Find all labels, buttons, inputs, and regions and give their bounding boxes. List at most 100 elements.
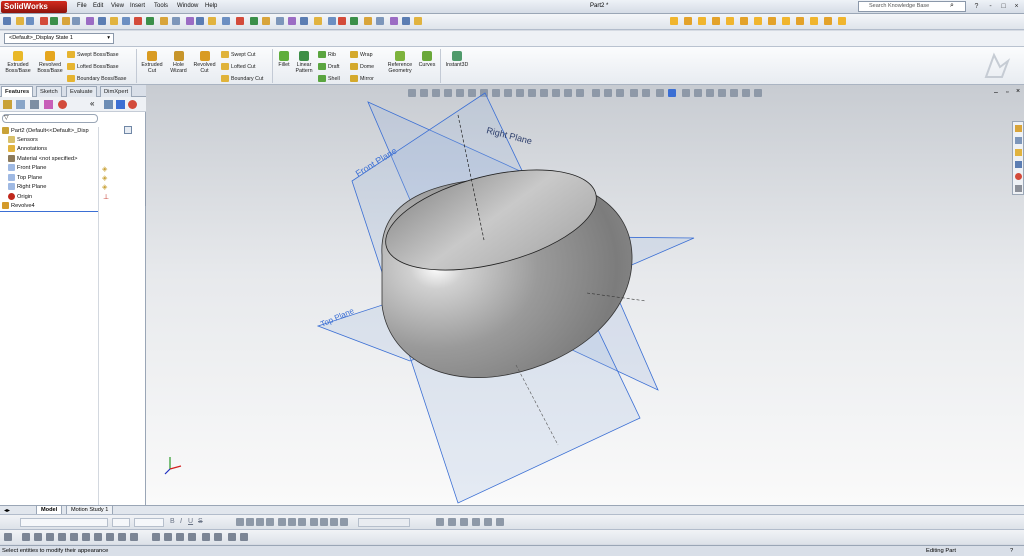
show-plane-icon[interactable]: ◈ <box>102 183 107 191</box>
menu-view[interactable]: View <box>111 3 124 9</box>
format-tool-icon[interactable] <box>256 518 264 526</box>
display-pane-divider[interactable] <box>98 127 99 507</box>
format-tool-icon[interactable] <box>236 518 244 526</box>
sketch-tool-icon[interactable] <box>22 533 30 541</box>
design-library-icon[interactable] <box>1015 137 1022 144</box>
property-manager-icon[interactable] <box>16 100 25 109</box>
toolbar-tool-icon[interactable] <box>222 17 230 25</box>
lofted-boss-button[interactable]: Lofted Boss/Base <box>67 63 119 71</box>
rollback-bar[interactable] <box>0 211 98 212</box>
toolbar-tool-icon[interactable] <box>50 17 58 25</box>
tab-evaluate[interactable]: Evaluate <box>66 86 97 97</box>
toolbar-tool-icon[interactable] <box>350 17 358 25</box>
sketch-tool-icon[interactable] <box>106 533 114 541</box>
toolbar-tool-icon[interactable] <box>146 17 154 25</box>
italic-icon[interactable]: I <box>180 518 182 525</box>
format-tool-icon[interactable] <box>496 518 504 526</box>
curves-button[interactable]: Curves <box>416 51 438 68</box>
macro-tool-icon[interactable] <box>698 17 706 25</box>
format-tool-icon[interactable] <box>340 518 348 526</box>
sketch-tool-icon[interactable] <box>130 533 138 541</box>
revolved-boss-button[interactable]: Revolved Boss/Base <box>34 51 66 74</box>
swept-cut-button[interactable]: Swept Cut <box>221 51 255 59</box>
appearances-icon[interactable] <box>1015 173 1022 180</box>
format-tool-icon[interactable] <box>266 518 274 526</box>
shell-button[interactable]: Shell <box>318 75 340 83</box>
sketch-tool-icon[interactable] <box>228 533 236 541</box>
collapse-arrow-icon[interactable]: « <box>90 99 94 108</box>
format-tool-icon[interactable] <box>288 518 296 526</box>
reference-geometry-button[interactable]: Reference Geometry <box>384 51 416 74</box>
menu-edit[interactable]: Edit <box>93 3 103 9</box>
format-tool-icon[interactable] <box>436 518 444 526</box>
sketch-tool-icon[interactable] <box>176 533 184 541</box>
macro-tool-icon[interactable] <box>782 17 790 25</box>
sketch-tool-icon[interactable] <box>188 533 196 541</box>
strikethrough-icon[interactable]: S <box>198 518 203 525</box>
tree-item-material[interactable]: Material <not specified> <box>8 155 77 163</box>
format-tool-icon[interactable] <box>460 518 468 526</box>
display-state-dropdown[interactable]: <Default>_Display State 1 ▾ <box>4 33 114 44</box>
toolbar-tool-icon[interactable] <box>288 17 296 25</box>
extruded-cut-button[interactable]: Extruded Cut <box>139 51 165 74</box>
revolved-cut-button[interactable]: Revolved Cut <box>191 51 218 74</box>
menu-file[interactable]: File <box>77 3 87 9</box>
view-palette-icon[interactable] <box>1015 161 1022 168</box>
sketch-tool-icon[interactable] <box>70 533 78 541</box>
toolbar-tool-icon[interactable] <box>338 17 346 25</box>
macro-tool-icon[interactable] <box>754 17 762 25</box>
toolbar-tool-icon[interactable] <box>196 17 204 25</box>
format-tool-icon[interactable] <box>310 518 318 526</box>
swept-boss-button[interactable]: Swept Boss/Base <box>67 51 119 59</box>
wrap-button[interactable]: Wrap <box>350 51 373 59</box>
format-tool-icon[interactable] <box>472 518 480 526</box>
format-tool-icon[interactable] <box>298 518 306 526</box>
close-button[interactable]: × <box>1012 2 1021 11</box>
toolbar-tool-icon[interactable] <box>364 17 372 25</box>
toolbar-tool-icon[interactable] <box>40 17 48 25</box>
search-icon[interactable]: ⌕ <box>950 2 954 10</box>
display-manager-icon[interactable] <box>58 100 67 109</box>
boundary-cut-button[interactable]: Boundary Cut <box>221 75 263 83</box>
configuration-manager-icon[interactable] <box>30 100 39 109</box>
sketch-tool-icon[interactable] <box>46 533 54 541</box>
tree-item-top-plane[interactable]: Top Plane <box>8 174 42 182</box>
linear-pattern-button[interactable]: Linear Pattern <box>293 51 315 74</box>
fillet-button[interactable]: Fillet <box>275 51 293 68</box>
menu-insert[interactable]: Insert <box>130 3 145 9</box>
sketch-tool-icon[interactable] <box>202 533 210 541</box>
toolbar-tool-icon[interactable] <box>402 17 410 25</box>
toolbar-tool-icon[interactable] <box>16 17 24 25</box>
status-help-icon[interactable]: ? <box>1010 546 1013 556</box>
sketch-tool-icon[interactable] <box>118 533 126 541</box>
toolbar-tool-icon[interactable] <box>186 17 194 25</box>
model-view[interactable]: Right Plane Front Plane Top Plane <box>146 85 1024 505</box>
font-size-select[interactable] <box>112 518 130 527</box>
feature-filter-input[interactable]: ▽ <box>2 114 98 123</box>
macro-tool-icon[interactable] <box>838 17 846 25</box>
show-origin-icon[interactable]: ⊥ <box>103 193 109 201</box>
bold-icon[interactable]: B <box>170 518 175 525</box>
sketch-tool-icon[interactable] <box>152 533 160 541</box>
view-cube-icon[interactable] <box>104 100 113 109</box>
sketch-tool-icon[interactable] <box>4 533 12 541</box>
maximize-button[interactable]: □ <box>999 2 1008 11</box>
toolbar-tool-icon[interactable] <box>390 17 398 25</box>
toolbar-tool-icon[interactable] <box>236 17 244 25</box>
sketch-tool-icon[interactable] <box>82 533 90 541</box>
sketch-tool-icon[interactable] <box>214 533 222 541</box>
line-style-select[interactable] <box>358 518 410 527</box>
draft-button[interactable]: Draft <box>318 63 339 71</box>
dome-button[interactable]: Dome <box>350 63 374 71</box>
macro-tool-icon[interactable] <box>740 17 748 25</box>
rib-button[interactable]: Rib <box>318 51 336 59</box>
toolbar-tool-icon[interactable] <box>276 17 284 25</box>
tree-item-origin[interactable]: Origin <box>8 193 32 201</box>
underline-icon[interactable]: U <box>188 518 193 525</box>
show-plane-icon[interactable]: ◈ <box>102 174 107 182</box>
display-style-icon[interactable] <box>116 100 125 109</box>
hole-wizard-button[interactable]: Hole Wizard <box>166 51 191 74</box>
tree-root[interactable]: Part2 (Default<<Default>_Disp <box>2 127 89 135</box>
tree-item-right-plane[interactable]: Right Plane <box>8 183 46 191</box>
file-explorer-icon[interactable] <box>1015 149 1022 156</box>
